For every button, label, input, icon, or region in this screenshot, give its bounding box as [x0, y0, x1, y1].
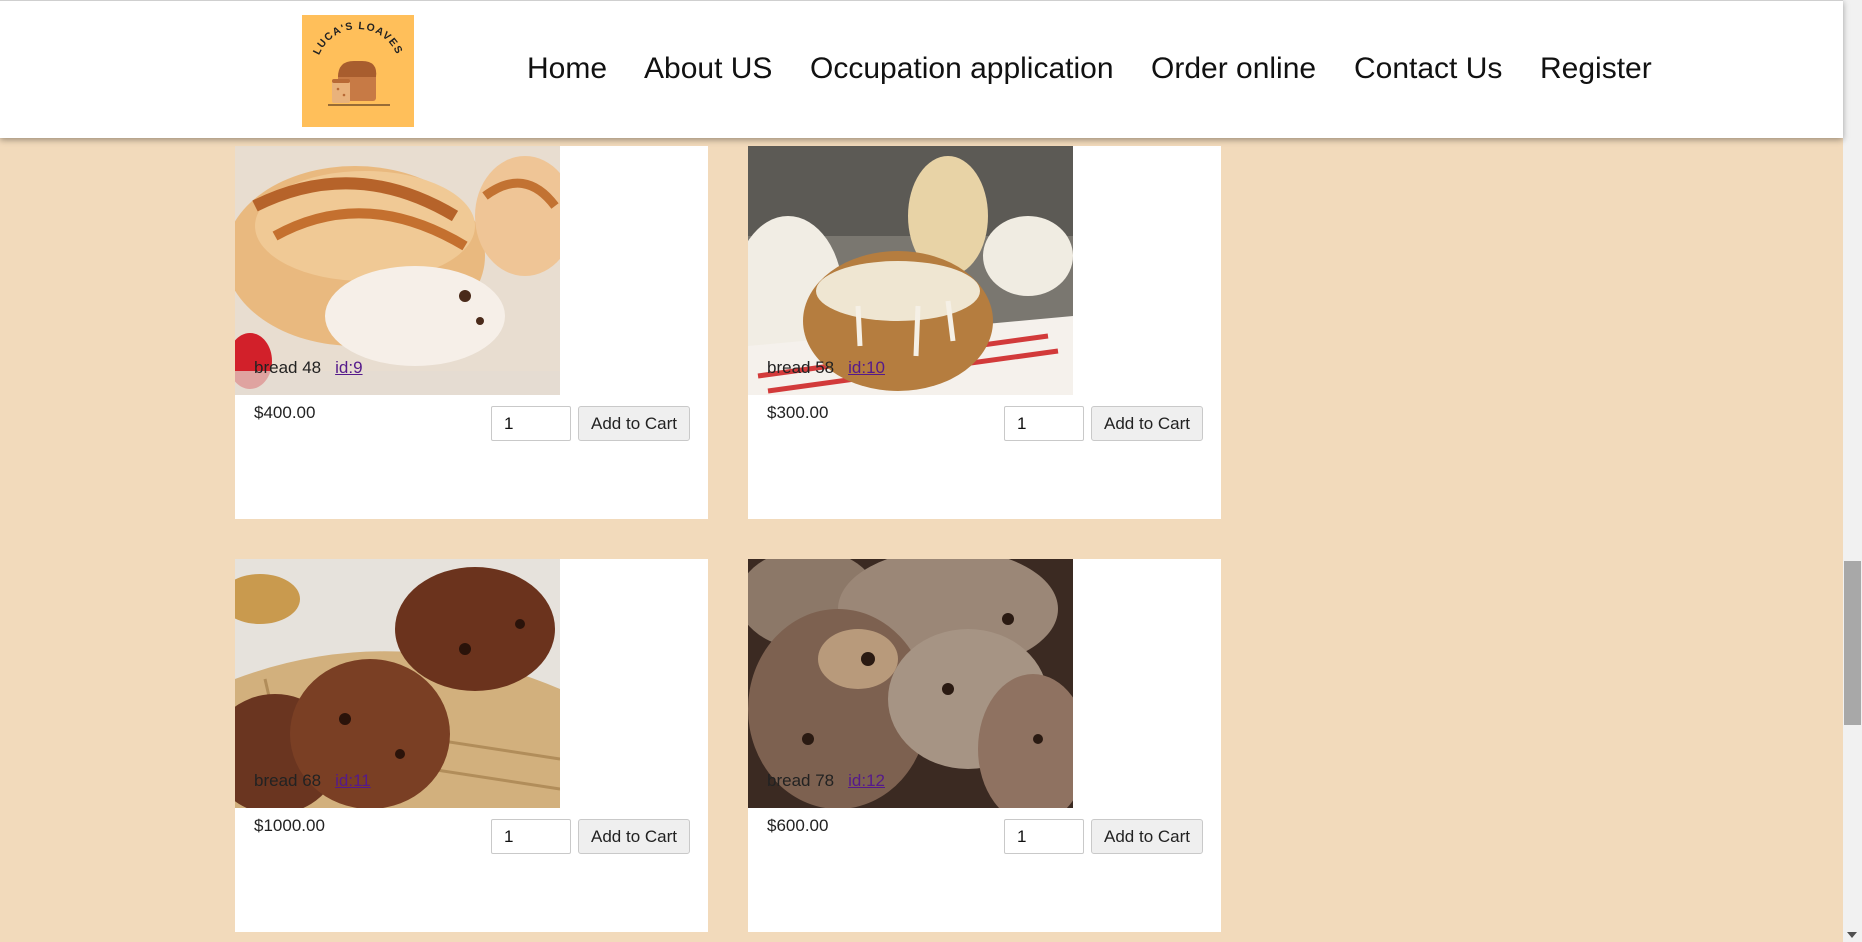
- nav-order-online[interactable]: Order online: [1151, 47, 1316, 91]
- brand-logo[interactable]: LUCA'S LOAVES: [302, 15, 414, 127]
- product-name: bread 68: [254, 771, 322, 790]
- product-id-link[interactable]: id:12: [848, 771, 885, 791]
- product-card: bread 58 id:10 $300.00 Add to Cart: [748, 146, 1221, 519]
- product-card: bread 48 id:9 $400.00 Add to Cart: [235, 146, 708, 519]
- nav-home[interactable]: Home: [527, 47, 607, 91]
- product-id-link[interactable]: id:9: [335, 358, 362, 378]
- add-to-cart-button[interactable]: Add to Cart: [1091, 406, 1203, 441]
- product-name: bread 78: [767, 771, 835, 790]
- site-header: LUCA'S LOAVES Home About US Occupation a…: [0, 0, 1843, 138]
- product-caption: bread 58 id:10: [767, 358, 885, 378]
- nav-occupation-application[interactable]: Occupation application: [810, 47, 1114, 91]
- quantity-input[interactable]: [1004, 406, 1084, 441]
- product-price: $300.00: [767, 403, 829, 422]
- vertical-scrollbar[interactable]: [1843, 0, 1862, 942]
- nav-about-us[interactable]: About US: [644, 47, 772, 91]
- product-card: bread 78 id:12 $600.00 Add to Cart: [748, 559, 1221, 932]
- add-to-cart-button[interactable]: Add to Cart: [578, 819, 690, 854]
- product-id-link[interactable]: id:10: [848, 358, 885, 378]
- add-to-cart-button[interactable]: Add to Cart: [578, 406, 690, 441]
- quantity-input[interactable]: [1004, 819, 1084, 854]
- quantity-input[interactable]: [491, 406, 571, 441]
- bread-logo-icon: LUCA'S LOAVES: [311, 20, 405, 106]
- product-name: bread 48: [254, 358, 322, 377]
- product-name: bread 58: [767, 358, 835, 377]
- svg-text:LUCA'S LOAVES: LUCA'S LOAVES: [311, 20, 405, 57]
- product-caption: bread 78 id:12: [767, 771, 885, 791]
- product-caption: bread 48 id:9: [254, 358, 363, 378]
- product-card: bread 68 id:11 $1000.00 Add to Cart: [235, 559, 708, 932]
- product-id-link[interactable]: id:11: [335, 771, 371, 791]
- nav-contact-us[interactable]: Contact Us: [1354, 47, 1502, 91]
- product-price: $1000.00: [254, 816, 325, 835]
- product-price: $600.00: [767, 816, 829, 835]
- product-caption: bread 68 id:11: [254, 771, 371, 791]
- scrollbar-thumb[interactable]: [1844, 561, 1861, 725]
- add-to-cart-button[interactable]: Add to Cart: [1091, 819, 1203, 854]
- product-price: $400.00: [254, 403, 316, 422]
- scroll-down-arrow-icon[interactable]: [1847, 932, 1857, 938]
- nav-register[interactable]: Register: [1540, 47, 1652, 91]
- quantity-input[interactable]: [491, 819, 571, 854]
